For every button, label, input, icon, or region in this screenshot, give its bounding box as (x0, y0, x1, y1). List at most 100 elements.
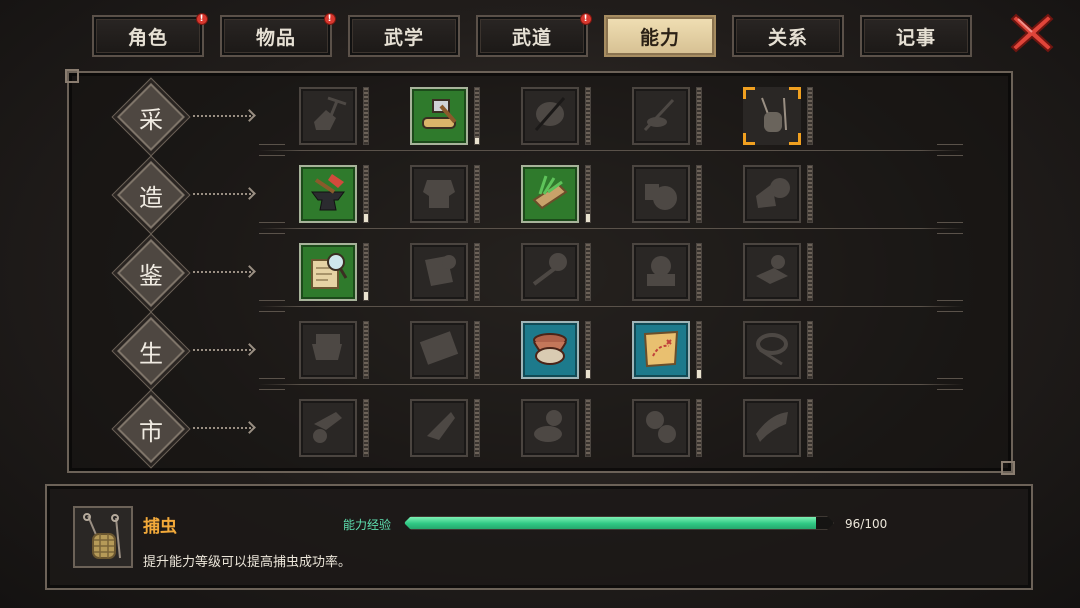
skill-slot[interactable] (521, 165, 579, 223)
skill-slot[interactable] (743, 165, 801, 223)
tailoring-armor-icon (417, 170, 461, 218)
category-label: 造 (139, 183, 163, 212)
category-badge: 鉴 (117, 239, 185, 307)
skill-level-bar (807, 87, 813, 145)
category-badge: 采 (117, 83, 185, 151)
skill-slot[interactable] (299, 87, 357, 145)
alchemy-pot-icon (639, 170, 683, 218)
skill-level-bar (585, 243, 591, 301)
tab-5[interactable]: 能力 (604, 15, 716, 57)
skill-slot[interactable] (632, 243, 690, 301)
close-button[interactable] (1009, 10, 1055, 56)
skill-level-fill (364, 213, 368, 222)
skill-level-bar (585, 165, 591, 223)
skill-row: 采 (69, 73, 1011, 156)
xp-label: 能力经验 (343, 518, 392, 532)
appraise-book-icon (750, 248, 794, 296)
appraise-antique-icon (639, 248, 683, 296)
skill-level-bar (363, 165, 369, 223)
selection-corner (789, 87, 801, 99)
skill-level-bar (363, 243, 369, 301)
xp-progress-fill (405, 517, 816, 529)
skill-slot[interactable] (521, 399, 579, 457)
category-label: 市 (139, 417, 163, 446)
skill-slot[interactable] (299, 165, 357, 223)
skill-slot[interactable] (632, 87, 690, 145)
skill-slot[interactable] (521, 87, 579, 145)
bug-catching-icon (83, 513, 121, 559)
skill-slot[interactable] (743, 243, 801, 301)
skill-slot[interactable] (632, 399, 690, 457)
skill-level-bar (585, 399, 591, 457)
skill-slot[interactable] (521, 321, 579, 379)
alert-badge-icon: ! (580, 13, 592, 25)
skill-level-bar (585, 321, 591, 379)
skill-level-fill (475, 138, 479, 144)
tab-label: 能力 (639, 26, 680, 49)
selected-skill-description: 提升能力等级可以提高捕虫成功率。 (143, 555, 352, 570)
skill-slot[interactable] (410, 87, 468, 145)
category-badge: 市 (117, 395, 185, 463)
rope-whip-icon (750, 326, 794, 374)
skill-slot[interactable] (410, 243, 468, 301)
selected-skill-icon-frame (73, 506, 133, 568)
skill-slot[interactable] (299, 399, 357, 457)
tab-label: 物品 (255, 26, 296, 49)
dotted-arrow (193, 271, 251, 273)
selected-skill-name: 捕虫 (143, 517, 177, 537)
category-badge: 造 (117, 161, 185, 229)
skill-slot[interactable] (299, 243, 357, 301)
xp-value: 96/100 (845, 517, 888, 531)
skill-level-bar (807, 321, 813, 379)
bug-catching-icon (750, 92, 794, 140)
skill-level-fill (586, 213, 590, 222)
tab-1[interactable]: 角色! (92, 13, 208, 57)
mining-pick-icon (306, 92, 350, 140)
appraise-scroll-icon (306, 248, 350, 296)
skill-level-bar (474, 399, 480, 457)
skill-slot[interactable] (521, 243, 579, 301)
fishing-fish-icon (528, 92, 572, 140)
skill-row: 生 (69, 307, 1011, 390)
tab-2[interactable]: 物品! (220, 13, 336, 57)
appraise-armor-icon (417, 248, 461, 296)
fishing-rod-icon (639, 92, 683, 140)
skill-level-bar (807, 243, 813, 301)
skill-slot[interactable] (743, 321, 801, 379)
skill-row: 造 (69, 151, 1011, 234)
skill-slot[interactable] (743, 399, 801, 457)
skill-level-bar (474, 87, 480, 145)
gambling-bowl-icon (528, 404, 572, 452)
skill-slot[interactable] (410, 321, 468, 379)
xp-progress-bar (404, 516, 834, 530)
skill-level-bar (585, 87, 591, 145)
tab-7[interactable]: 记事 (860, 15, 972, 57)
skill-slot[interactable] (632, 321, 690, 379)
skill-row: 鉴 (69, 229, 1011, 312)
selection-corner (743, 133, 755, 145)
category-label: 采 (139, 105, 163, 134)
tab-6[interactable]: 关系 (732, 15, 844, 57)
skill-slot[interactable] (743, 87, 801, 145)
horn-icon (750, 404, 794, 452)
skill-level-bar (696, 87, 702, 145)
tab-label: 记事 (895, 26, 936, 49)
smithing-anvil-icon (306, 170, 350, 218)
skill-slot[interactable] (632, 165, 690, 223)
pickpocket-hand-icon (306, 404, 350, 452)
skill-slot[interactable] (410, 399, 468, 457)
skill-level-fill (364, 291, 368, 300)
alert-badge-icon: ! (196, 13, 208, 25)
tab-3[interactable]: 武学 (348, 15, 460, 57)
selection-corner (743, 87, 755, 99)
category-label: 鉴 (139, 261, 163, 290)
skill-slot[interactable] (410, 165, 468, 223)
skill-info-panel: 捕虫 能力经验 96/100 提升能力等级可以提高捕虫成功率。 (45, 484, 1033, 590)
skill-level-bar (807, 399, 813, 457)
skill-slot[interactable] (299, 321, 357, 379)
medicine-bowl-icon (528, 326, 572, 374)
ability-grid-panel: 采造鉴生市 (65, 69, 1015, 475)
treasure-map-icon (639, 326, 683, 374)
herb-cutting-icon (528, 170, 572, 218)
tab-4[interactable]: 武道! (476, 13, 592, 57)
